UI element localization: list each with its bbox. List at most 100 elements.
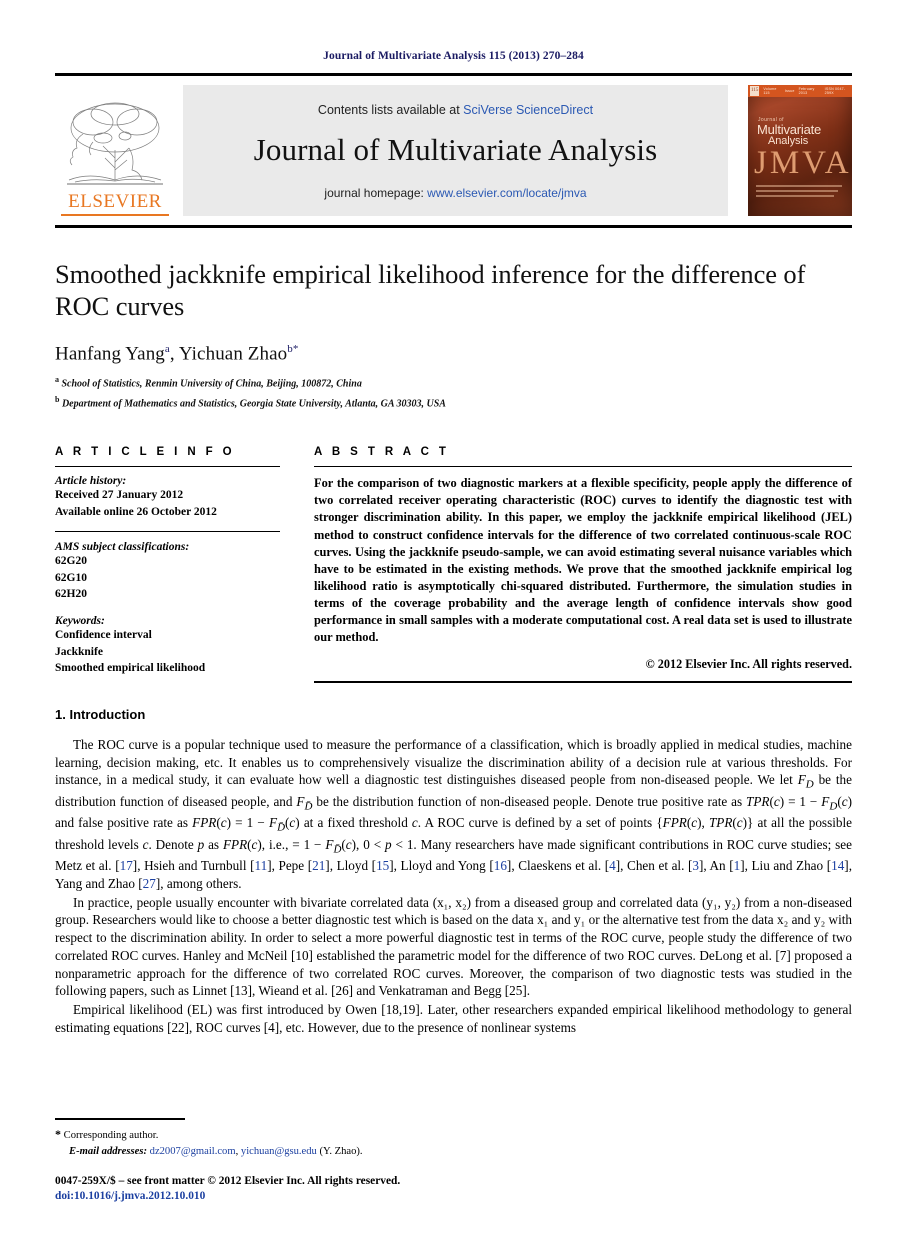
citation-ref[interactable]: 4 (609, 858, 616, 873)
article-info-column: A R T I C L E I N F O Article history: R… (55, 446, 280, 683)
ams-code: 62H20 (55, 588, 87, 601)
section-heading-introduction: 1. Introduction (55, 706, 146, 722)
corresponding-author-text: Corresponding author. (63, 1129, 159, 1141)
issn-line: 0047-259X/$ – see front matter © 2012 El… (55, 1175, 401, 1188)
citation-ref[interactable]: 16 (494, 858, 507, 873)
email-label: E-mail addresses: (69, 1145, 147, 1157)
keyword-item: Smoothed empirical likelihood (55, 662, 206, 675)
cover-title-line1: Multivariate (757, 122, 822, 137)
article-info-label: A R T I C L E I N F O (55, 445, 236, 458)
article-title: Smoothed jackknife empirical likelihood … (55, 259, 806, 322)
para1-tail: , among others. (160, 875, 242, 891)
elsevier-wordmark: ELSEVIER (68, 191, 162, 212)
cover-acronym: JMVA (754, 145, 852, 182)
sciencedirect-link[interactable]: SciVerse ScienceDirect (463, 103, 593, 117)
citation-ref[interactable]: 15 (376, 858, 389, 873)
para1-part-j: , i.e., (261, 836, 293, 852)
journal-homepage-line: journal homepage: www.elsevier.com/locat… (324, 186, 586, 200)
journal-title: Journal of Multivariate Analysis (253, 132, 658, 167)
contents-prefix: Contents lists available at (317, 103, 464, 117)
citation-ref[interactable]: 1 (734, 858, 741, 873)
paper-page: Journal of Multivariate Analysis 115 (20… (0, 0, 907, 1238)
article-info-rule-2 (55, 530, 280, 533)
article-history-received: Received 27 January 2012 (55, 489, 184, 502)
keyword-item: Jackknife (55, 645, 103, 658)
asterisk-icon: * (55, 1126, 61, 1141)
ams-heading: AMS subject classifications: (55, 541, 190, 554)
cover-volume-box: 115 (750, 86, 760, 96)
running-head: Journal of Multivariate Analysis 115 (20… (323, 50, 584, 62)
author-name-2: Yichuan Zhao (178, 342, 288, 364)
masthead-bottom-rule (55, 225, 852, 228)
abstract-copyright: © 2012 Elsevier Inc. All rights reserved… (645, 657, 852, 672)
para1-part-e: at a fixed threshold (299, 815, 412, 831)
article-info-rule (55, 465, 280, 468)
journal-homepage-link[interactable]: www.elsevier.com/locate/jmva (427, 186, 586, 200)
citation-ref[interactable]: 17 (120, 858, 133, 873)
corresponding-author-note: * Corresponding author. (55, 1125, 515, 1144)
homepage-prefix: journal homepage: (324, 186, 428, 200)
footnote-rule (55, 1118, 185, 1120)
article-history-online: Available online 26 October 2012 (55, 505, 217, 518)
elsevier-logo: ELSEVIER (55, 85, 175, 216)
affiliation-a: a School of Statistics, Renmin Universit… (55, 374, 852, 392)
abstract-label: A B S T R A C T (314, 445, 450, 458)
email-note: E-mail addresses: dz2007@gmail.com, yich… (69, 1145, 363, 1157)
abstract-bottom-rule (314, 681, 852, 683)
author-name-1: Hanfang Yang (55, 342, 165, 364)
cover-band-item: Volume 115 (763, 87, 777, 95)
cover-footer-text: Available online atSciVerse ScienceDirec… (756, 215, 852, 216)
citation-ref[interactable]: 14 (831, 858, 844, 873)
affiliation-b-text: Department of Mathematics and Statistics… (61, 398, 446, 410)
abstract-top-rule (314, 465, 852, 468)
citation-ref[interactable]: 21 (312, 858, 325, 873)
para1-part-h: . Denote (148, 836, 198, 852)
author-affil-marker-a: a (164, 342, 170, 355)
email-link-2[interactable]: yichuan@gsu.edu (241, 1146, 317, 1157)
para1-part-f: . A ROC curve is defined by a set of poi… (417, 815, 657, 831)
email-link-1[interactable]: dz2007@gmail.com (150, 1146, 236, 1157)
title-block: Smoothed jackknife empirical likelihood … (55, 258, 852, 412)
ams-code: 62G20 (55, 555, 87, 568)
masthead-center-panel: Contents lists available at SciVerse Sci… (183, 85, 728, 216)
cover-top-band: 115 Volume 115 Issue February 2013 ISSN … (748, 85, 852, 97)
para1-part-c: be the distribution function of non-dise… (312, 793, 747, 809)
article-history-heading: Article history: (55, 475, 127, 488)
journal-masthead: ELSEVIER Contents lists available at Sci… (55, 85, 852, 216)
body-content: 1. Introduction The ROC curve is a popul… (55, 707, 852, 1037)
affiliation-a-text: School of Statistics, Renmin University … (61, 378, 362, 390)
affiliation-marker-b: b (55, 394, 60, 404)
citation-ref[interactable]: 11 (255, 858, 268, 873)
citation-ref[interactable]: 27 (143, 876, 156, 891)
paragraph-3: Empirical likelihood (EL) was first intr… (55, 1002, 852, 1035)
paragraph-1: The ROC curve is a popular technique use… (55, 736, 852, 891)
info-abstract-row: A R T I C L E I N F O Article history: R… (55, 446, 852, 683)
author-list: Hanfang Yanga, Yichuan Zhaob* (55, 342, 299, 364)
keyword-item: Confidence interval (55, 629, 152, 642)
abstract-column: A B S T R A C T For the comparison of tw… (314, 446, 852, 683)
email-suffix: (Y. Zhao). (319, 1145, 363, 1157)
affiliation-b: b Department of Mathematics and Statisti… (55, 394, 852, 412)
citation-ref[interactable]: 3 (692, 858, 699, 873)
corresponding-author-marker[interactable]: * (293, 343, 299, 355)
para1-part-d: and false positive rate as (55, 815, 193, 831)
header-rule (55, 73, 852, 76)
journal-cover-thumbnail: 115 Volume 115 Issue February 2013 ISSN … (748, 85, 852, 216)
affiliation-marker-a: a (55, 374, 59, 384)
cover-text-lines (756, 184, 852, 197)
para1-part-i: as (204, 836, 223, 852)
keywords-heading: Keywords: (55, 615, 105, 628)
elsevier-tree-icon (63, 98, 167, 190)
cover-band-item: ISSN 0047-259X (824, 87, 846, 95)
footnote-block: * Corresponding author. E-mail addresses… (55, 1118, 515, 1202)
cover-band-item: February 2013 (798, 87, 815, 95)
paragraph-2: In practice, people usually encounter wi… (55, 894, 852, 999)
ams-code: 62G10 (55, 571, 87, 584)
elsevier-underline (61, 214, 169, 216)
doi-link[interactable]: doi:10.1016/j.jmva.2012.10.010 (55, 1190, 515, 1202)
para1-part-a: The ROC curve is a popular technique use… (55, 736, 852, 788)
abstract-text: For the comparison of two diagnostic mar… (314, 476, 852, 645)
contents-available-line: Contents lists available at SciVerse Sci… (318, 103, 593, 117)
cover-band-item: Issue (784, 89, 795, 93)
